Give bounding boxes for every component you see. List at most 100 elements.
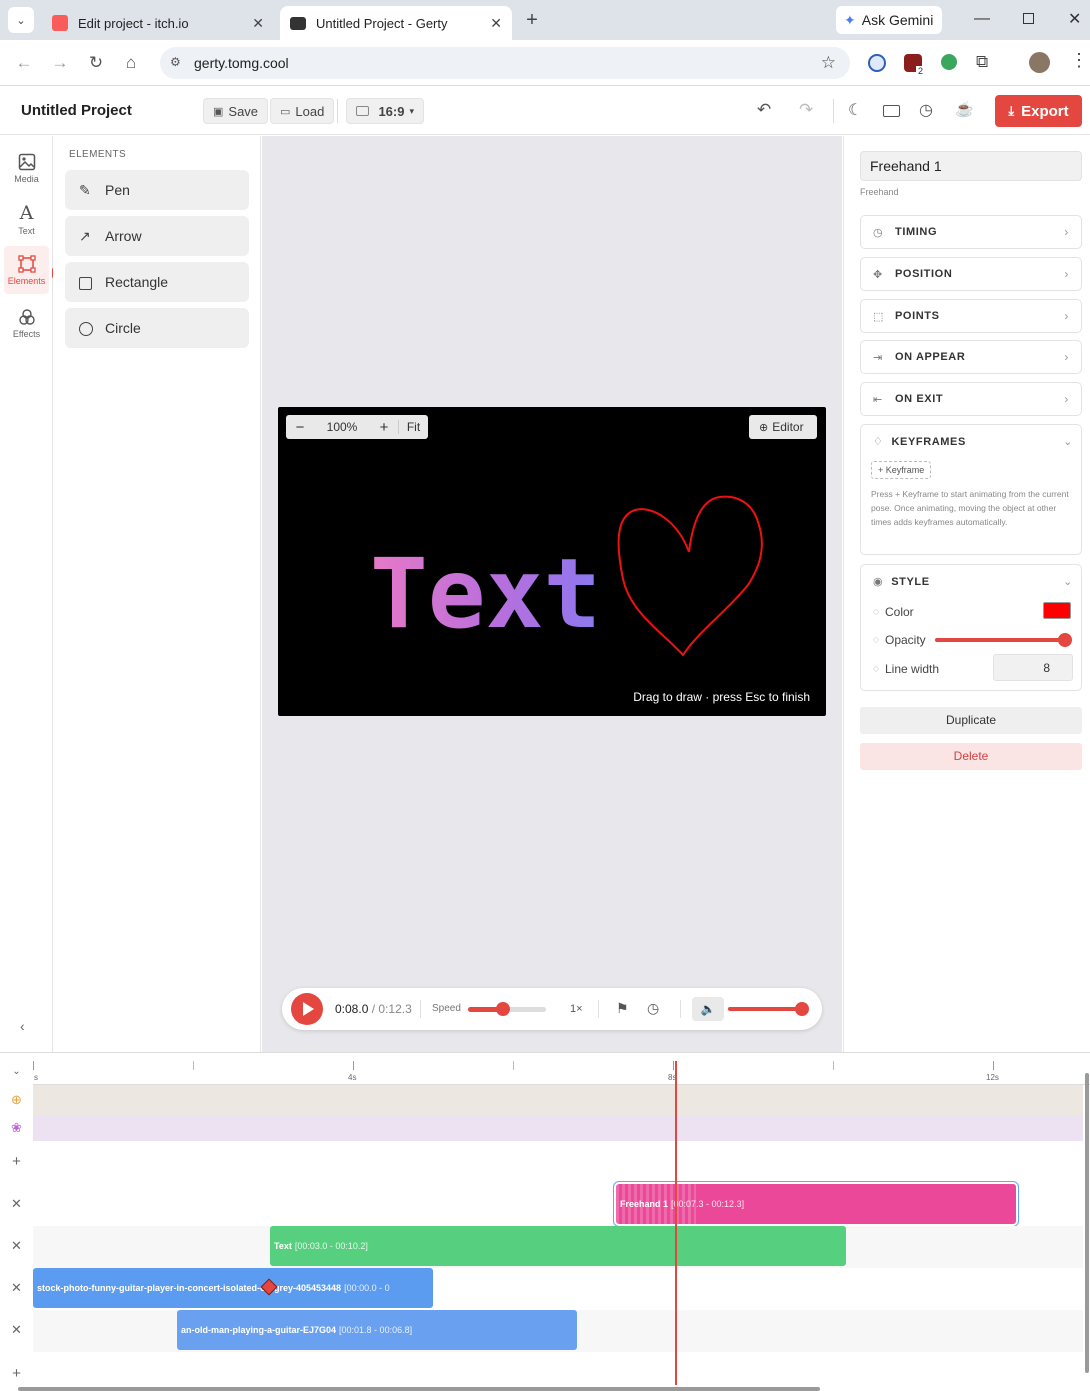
rail-elements[interactable]: Elements: [4, 246, 49, 294]
volume-slider[interactable]: [728, 1002, 810, 1016]
speed-slider[interactable]: [468, 1002, 546, 1016]
dark-mode-moon-icon[interactable]: ☾: [848, 100, 862, 120]
export-button[interactable]: ⤓ Export: [995, 95, 1082, 127]
volume-icon-button[interactable]: 🔈: [692, 997, 724, 1021]
section-label: POSITION: [895, 268, 953, 280]
arrow-tool-button[interactable]: ↗ Arrow: [65, 216, 249, 256]
effects-lane[interactable]: [33, 1115, 1083, 1141]
opacity-slider-knob[interactable]: [1058, 633, 1072, 647]
section-timing[interactable]: ◷ TIMING ›: [860, 215, 1082, 249]
volume-slider-knob[interactable]: [795, 1002, 810, 1016]
clip-old-man[interactable]: an-old-man-playing-a-guitar-EJ7G04 [00:01…: [177, 1310, 577, 1350]
minimize-button[interactable]: —: [974, 10, 990, 28]
rectangle-tool-button[interactable]: Rectangle: [65, 262, 249, 302]
elements-icon: [17, 254, 36, 273]
flag-icon[interactable]: ⚑: [616, 1000, 629, 1017]
forward-icon[interactable]: →: [47, 50, 73, 76]
rail-text[interactable]: A Text: [4, 196, 49, 244]
collapse-timeline-icon[interactable]: ⌄: [0, 1061, 33, 1081]
vertical-scrollbar[interactable]: [1085, 1073, 1089, 1373]
undo-icon[interactable]: ↶: [757, 100, 771, 120]
keyboard-icon[interactable]: [883, 105, 900, 117]
clip-text[interactable]: Text [00:03.0 - 00:10.2]: [270, 1226, 846, 1266]
close-window-button[interactable]: ✕: [1068, 9, 1081, 29]
extension-green-icon[interactable]: [941, 54, 957, 70]
delete-button[interactable]: Delete: [860, 743, 1082, 770]
extension-icon[interactable]: [868, 54, 886, 72]
tab-gerty[interactable]: Untitled Project - Gerty ✕: [280, 6, 512, 40]
chevron-right-icon: ›: [1064, 267, 1069, 281]
new-tab-button[interactable]: +: [520, 8, 544, 32]
header-divider: [833, 99, 834, 123]
redo-icon[interactable]: ↷: [799, 100, 813, 120]
folder-icon: ▭: [280, 105, 291, 118]
exit-icon: ⇤: [873, 393, 883, 406]
speed-slider-knob[interactable]: [496, 1002, 511, 1016]
clip-stock-photo[interactable]: stock-photo-funny-guitar-player-in-conce…: [33, 1268, 433, 1308]
reload-icon[interactable]: ↻: [83, 50, 109, 76]
tab-itch[interactable]: Edit project - itch.io ✕: [42, 6, 274, 40]
keyframes-header[interactable]: ♢ KEYFRAMES ⌄: [873, 435, 1073, 448]
chrome-menu-icon[interactable]: ⋮: [1070, 50, 1088, 71]
camera-lane[interactable]: [33, 1085, 1083, 1115]
canvas-stage: − 100% + Fit ⊕ Editor Text Drag to draw …: [262, 136, 842, 1052]
pen-tool-button[interactable]: ✎ Pen: [65, 170, 249, 210]
save-button[interactable]: ▣ Save: [203, 98, 269, 124]
chevron-down-icon: ▾: [409, 105, 414, 116]
canvas-text-element[interactable]: Text: [370, 538, 601, 650]
section-on-exit[interactable]: ⇤ ON EXIT ›: [860, 382, 1082, 416]
timeline-ruler[interactable]: s 4s 8s 12s: [33, 1053, 1090, 1085]
playhead[interactable]: [675, 1061, 677, 1385]
horizontal-scrollbar[interactable]: [18, 1387, 820, 1391]
play-button[interactable]: [291, 993, 323, 1025]
section-label: ON EXIT: [895, 393, 944, 405]
loop-clock-icon[interactable]: ◷: [647, 1000, 659, 1017]
url-field[interactable]: ⚙ gerty.tomg.cool ☆: [160, 47, 850, 79]
remove-track-icon[interactable]: ✕: [0, 1318, 33, 1342]
element-name-field[interactable]: Freehand 1: [860, 151, 1082, 181]
remove-track-icon[interactable]: ✕: [0, 1234, 33, 1258]
section-on-appear[interactable]: ⇥ ON APPEAR ›: [860, 340, 1082, 374]
add-track-top-icon[interactable]: +: [0, 1149, 33, 1173]
color-swatch[interactable]: [1043, 602, 1071, 619]
site-info-icon[interactable]: ⚙: [170, 55, 181, 69]
coffee-icon[interactable]: ☕: [955, 100, 974, 118]
rail-effects[interactable]: Effects: [4, 299, 49, 347]
tab-title: Untitled Project - Gerty: [316, 15, 448, 31]
app-header: Untitled Project ▣ Save ▭ Load 16:9 ▾ ↶ …: [0, 87, 1090, 135]
section-points[interactable]: ⬚ POINTS ›: [860, 299, 1082, 333]
remove-track-icon[interactable]: ✕: [0, 1276, 33, 1300]
opacity-slider[interactable]: [935, 633, 1072, 647]
rail-media[interactable]: Media: [4, 144, 49, 192]
style-header[interactable]: ◉ STYLE ⌄: [873, 575, 1073, 588]
tab-list-dropdown[interactable]: ⌄: [8, 7, 34, 33]
ask-gemini-button[interactable]: ✦ Ask Gemini: [836, 6, 942, 34]
aspect-frame-icon: [356, 106, 370, 116]
video-preview[interactable]: − 100% + Fit ⊕ Editor Text Drag to draw …: [278, 407, 826, 716]
load-button[interactable]: ▭ Load: [270, 98, 335, 124]
add-keyframe-button[interactable]: + Keyframe: [871, 461, 932, 479]
effects-lane-icon[interactable]: ❀: [0, 1115, 33, 1141]
circle-tool-button[interactable]: Circle: [65, 308, 249, 348]
remove-track-icon[interactable]: ✕: [0, 1192, 33, 1216]
bookmark-star-icon[interactable]: ☆: [821, 53, 836, 73]
close-tab-icon[interactable]: ✕: [252, 15, 264, 32]
circle-label: Circle: [105, 320, 141, 336]
line-width-input[interactable]: 8: [993, 654, 1073, 681]
extensions-puzzle-icon[interactable]: ⧉: [976, 52, 988, 72]
camera-lane-icon[interactable]: ⊕: [0, 1085, 33, 1115]
section-position[interactable]: ✥ POSITION ›: [860, 257, 1082, 291]
collapse-sidebar-icon[interactable]: ‹: [20, 1018, 25, 1034]
back-icon[interactable]: ←: [11, 50, 37, 76]
add-track-bottom-icon[interactable]: +: [0, 1361, 33, 1385]
home-icon[interactable]: ⌂: [118, 50, 144, 76]
close-tab-icon[interactable]: ✕: [490, 15, 502, 32]
aspect-ratio-select[interactable]: 16:9 ▾: [346, 98, 424, 124]
history-icon[interactable]: ◷: [919, 100, 933, 120]
clock-icon: ◷: [873, 226, 884, 239]
freehand-heart-stroke[interactable]: [617, 495, 763, 657]
duplicate-button[interactable]: Duplicate: [860, 707, 1082, 734]
profile-avatar[interactable]: [1029, 52, 1050, 73]
project-title[interactable]: Untitled Project: [21, 102, 132, 119]
maximize-button[interactable]: [1023, 13, 1034, 24]
